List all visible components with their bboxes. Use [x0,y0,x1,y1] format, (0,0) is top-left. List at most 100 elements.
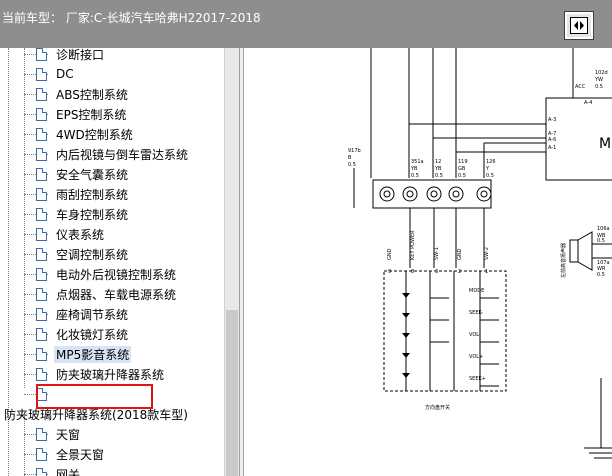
tree-item-label: 诊断接口 [56,48,105,62]
document-icon [36,347,47,361]
tree-item-label: 安全气囊系统 [56,167,129,182]
tree-item[interactable]: 车身控制系统 [24,204,129,224]
toggle-view-button[interactable] [564,11,594,40]
document-icon [36,327,47,341]
tree-item-label: 车身控制系统 [56,207,129,222]
wire-color: YB [434,166,442,172]
document-icon [36,287,47,301]
module-pin: A-6 [548,137,556,143]
tree-item[interactable]: 安全气囊系统 [24,164,129,184]
document-icon [36,367,47,381]
tree-item-label: 网关 [56,467,81,476]
wire-color: B [348,155,352,161]
tree-item[interactable]: DC [24,64,74,84]
tree-item[interactable]: 诊断接口 [24,48,105,64]
wire-code: 119 [458,159,468,165]
tree-item-label: 雨刮控制系统 [56,187,129,202]
tree-item-label: MP5影音系统 [54,345,132,363]
document-icon [36,127,47,141]
document-icon [36,67,47,81]
pin-number: 2 [458,269,461,275]
tree-item[interactable]: 网关 [24,464,81,476]
pin-label: GND [387,248,393,260]
acc-label: ACC [575,84,586,90]
wire-code: 12 [435,159,441,165]
switch-button-label: SEEK- [469,310,483,316]
document-icon [36,87,47,101]
tree-item-label: ABS控制系统 [56,87,128,102]
pin-number: 8 [411,269,414,275]
switch-button-label: VOL- [469,332,481,338]
title-bar: 当前车型： 厂家:C-长城汽车哈弗H22017-2018 [0,0,612,48]
switch-caption: 方向盘开关 [425,404,450,411]
tree-item-label: 仪表系统 [56,227,105,242]
tree-item[interactable]: 空调控制系统 [24,244,129,264]
wire-code: 126 [486,159,496,165]
module-pin: A-1 [548,145,556,151]
document-icon [36,207,47,221]
tree-item[interactable]: 天窗 [24,424,80,444]
tree-scrollbar[interactable] [224,48,239,476]
wire-size: 0.5 [435,173,443,179]
tree-item-label: DC [56,67,74,81]
tree-item[interactable]: 雨刮控制系统 [24,184,129,204]
wire-code: 917b [348,148,361,154]
document-icon [36,167,47,181]
tree-item[interactable]: 防夹玻璃升降器系统 [24,364,165,384]
tree-item-label: 点烟器、车载电源系统 [56,287,177,302]
tree-connector [24,416,25,476]
wire-size: 0.5 [458,173,466,179]
pin-label: SW-1 [434,247,440,260]
tree-item-label: 空调控制系统 [56,247,129,262]
tree-item-label: EPS控制系统 [56,107,127,122]
tree-item[interactable]: 化妆镜灯系统 [24,324,129,344]
document-icon [36,447,47,461]
switch-button-label: SEEK+ [469,376,486,382]
speaker-label: 左前高音扬声器 [560,243,567,278]
tree-item[interactable]: 4WD控制系统 [24,124,133,144]
pin-label: KEY POWER [410,230,416,260]
wire-code: 351a [411,159,424,165]
document-icon [36,427,47,441]
tree-item-label: 座椅调节系统 [56,307,129,322]
pin-label: GND [457,248,463,260]
document-icon [36,147,47,161]
document-icon [36,467,47,476]
pin-number: 1 [485,269,488,275]
current-model-label: 当前车型： 厂家:C-长城汽车哈弗H22017-2018 [2,11,261,25]
tree-connector [24,48,25,388]
tree-item[interactable]: MP5影音系统 [24,344,132,364]
wire-color: GB [458,166,466,172]
document-icon [36,307,47,321]
wire-size: 0.5 [348,162,356,168]
wire-code: 106a [597,226,610,232]
module-pin: A-3 [548,117,556,123]
tree-item[interactable]: 内后视镜与倒车雷达系统 [24,144,188,164]
tree-item-label: 化妆镜灯系统 [56,327,129,342]
tree-item[interactable]: ABS控制系统 [24,84,128,104]
pin-number: 3 [435,269,438,275]
pin-number: 9 [388,269,391,275]
wiring-diagram: 917b B 0.5 351a YB 0.5 12 YB 0.5 119 GB … [244,48,612,476]
document-icon [36,48,47,61]
tree-item-label: 电动外后视镜控制系统 [56,267,177,282]
wire-size: 0.5 [411,173,419,179]
module-label: MP [599,136,612,152]
pin-label: SW-2 [484,247,490,260]
tree-item[interactable]: 座椅调节系统 [24,304,129,324]
tree-item[interactable]: EPS控制系统 [24,104,127,124]
tree-item-label: 4WD控制系统 [56,127,133,142]
tree-item[interactable]: 点烟器、车载电源系统 [24,284,177,304]
tree-item[interactable]: 仪表系统 [24,224,105,244]
wire-size: 0.5 [597,238,605,244]
selection-highlight-box [36,384,153,409]
wire-code: 102d [595,70,608,76]
tree-item[interactable]: 电动外后视镜控制系统 [24,264,177,284]
module-pin: A-4 [584,100,592,106]
document-icon [36,187,47,201]
tree-item[interactable]: 全景天窗 [24,444,105,464]
switch-button-label: VOL+ [469,354,483,360]
tree-item-label: 全景天窗 [56,447,105,462]
scrollbar-thumb[interactable] [226,310,238,476]
tree-item-label: 防夹玻璃升降器系统 [56,367,165,382]
